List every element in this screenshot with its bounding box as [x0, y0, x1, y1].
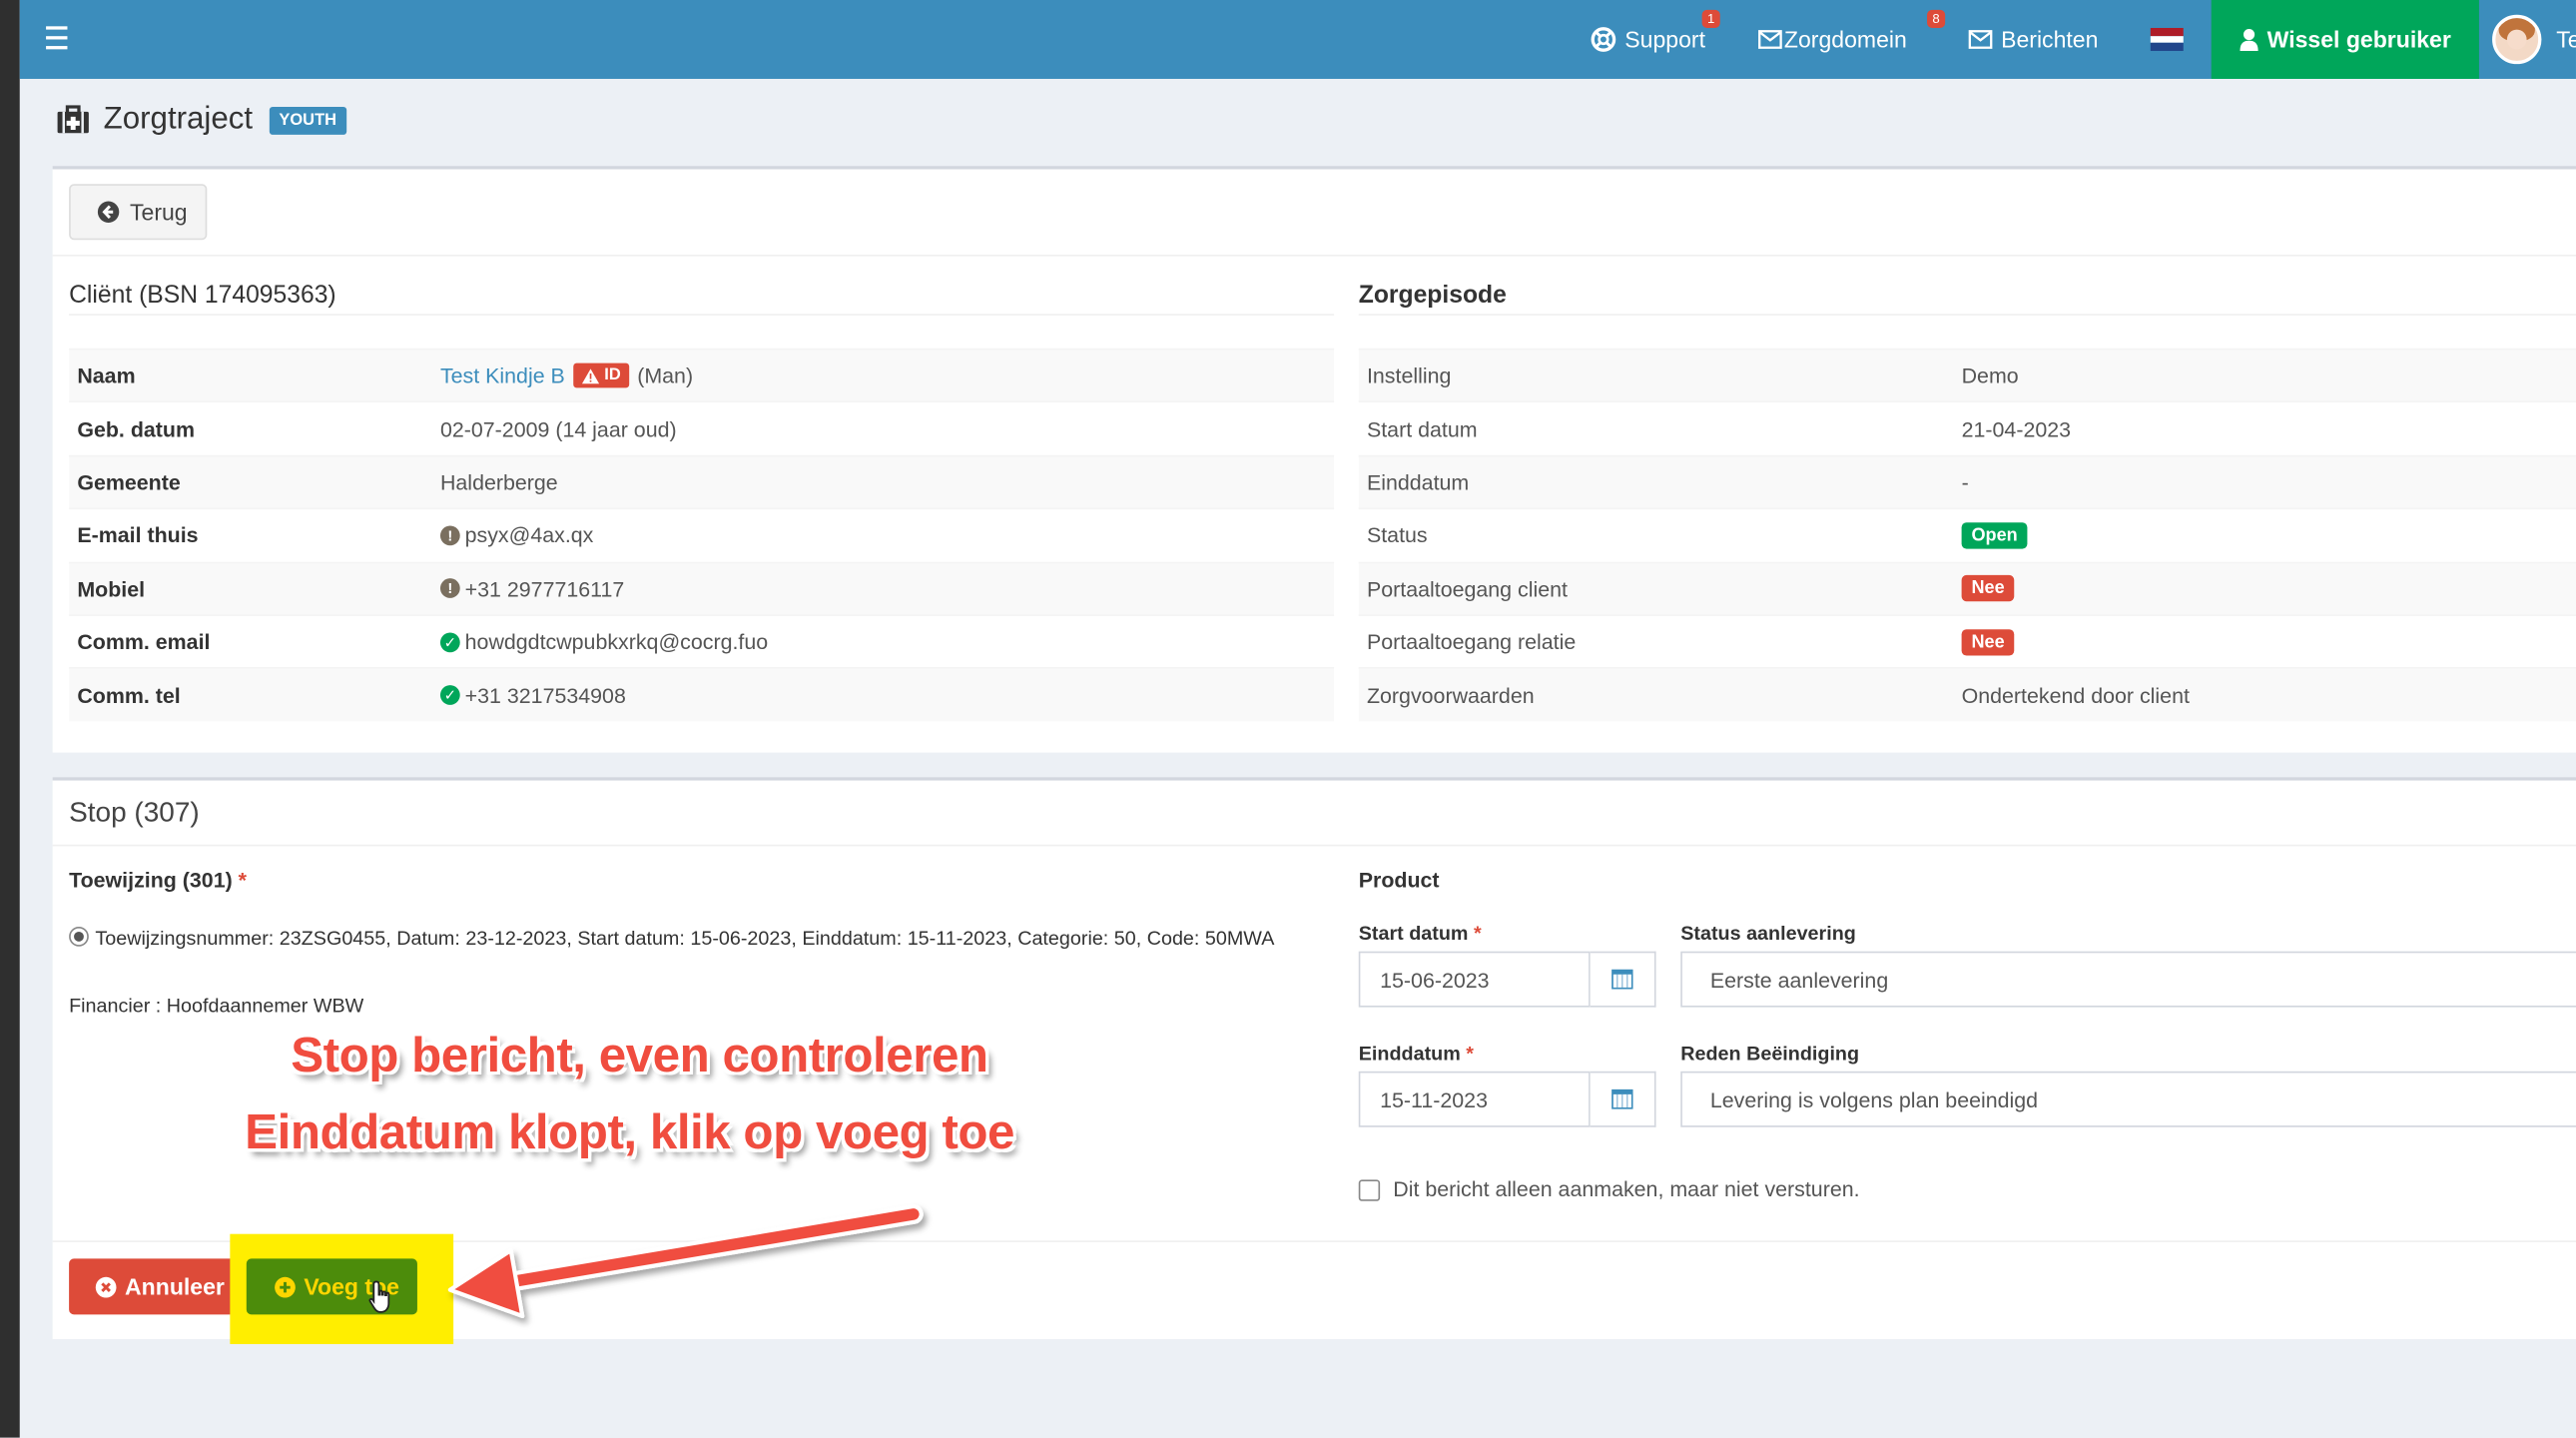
annotation-arrow: [447, 1204, 924, 1319]
